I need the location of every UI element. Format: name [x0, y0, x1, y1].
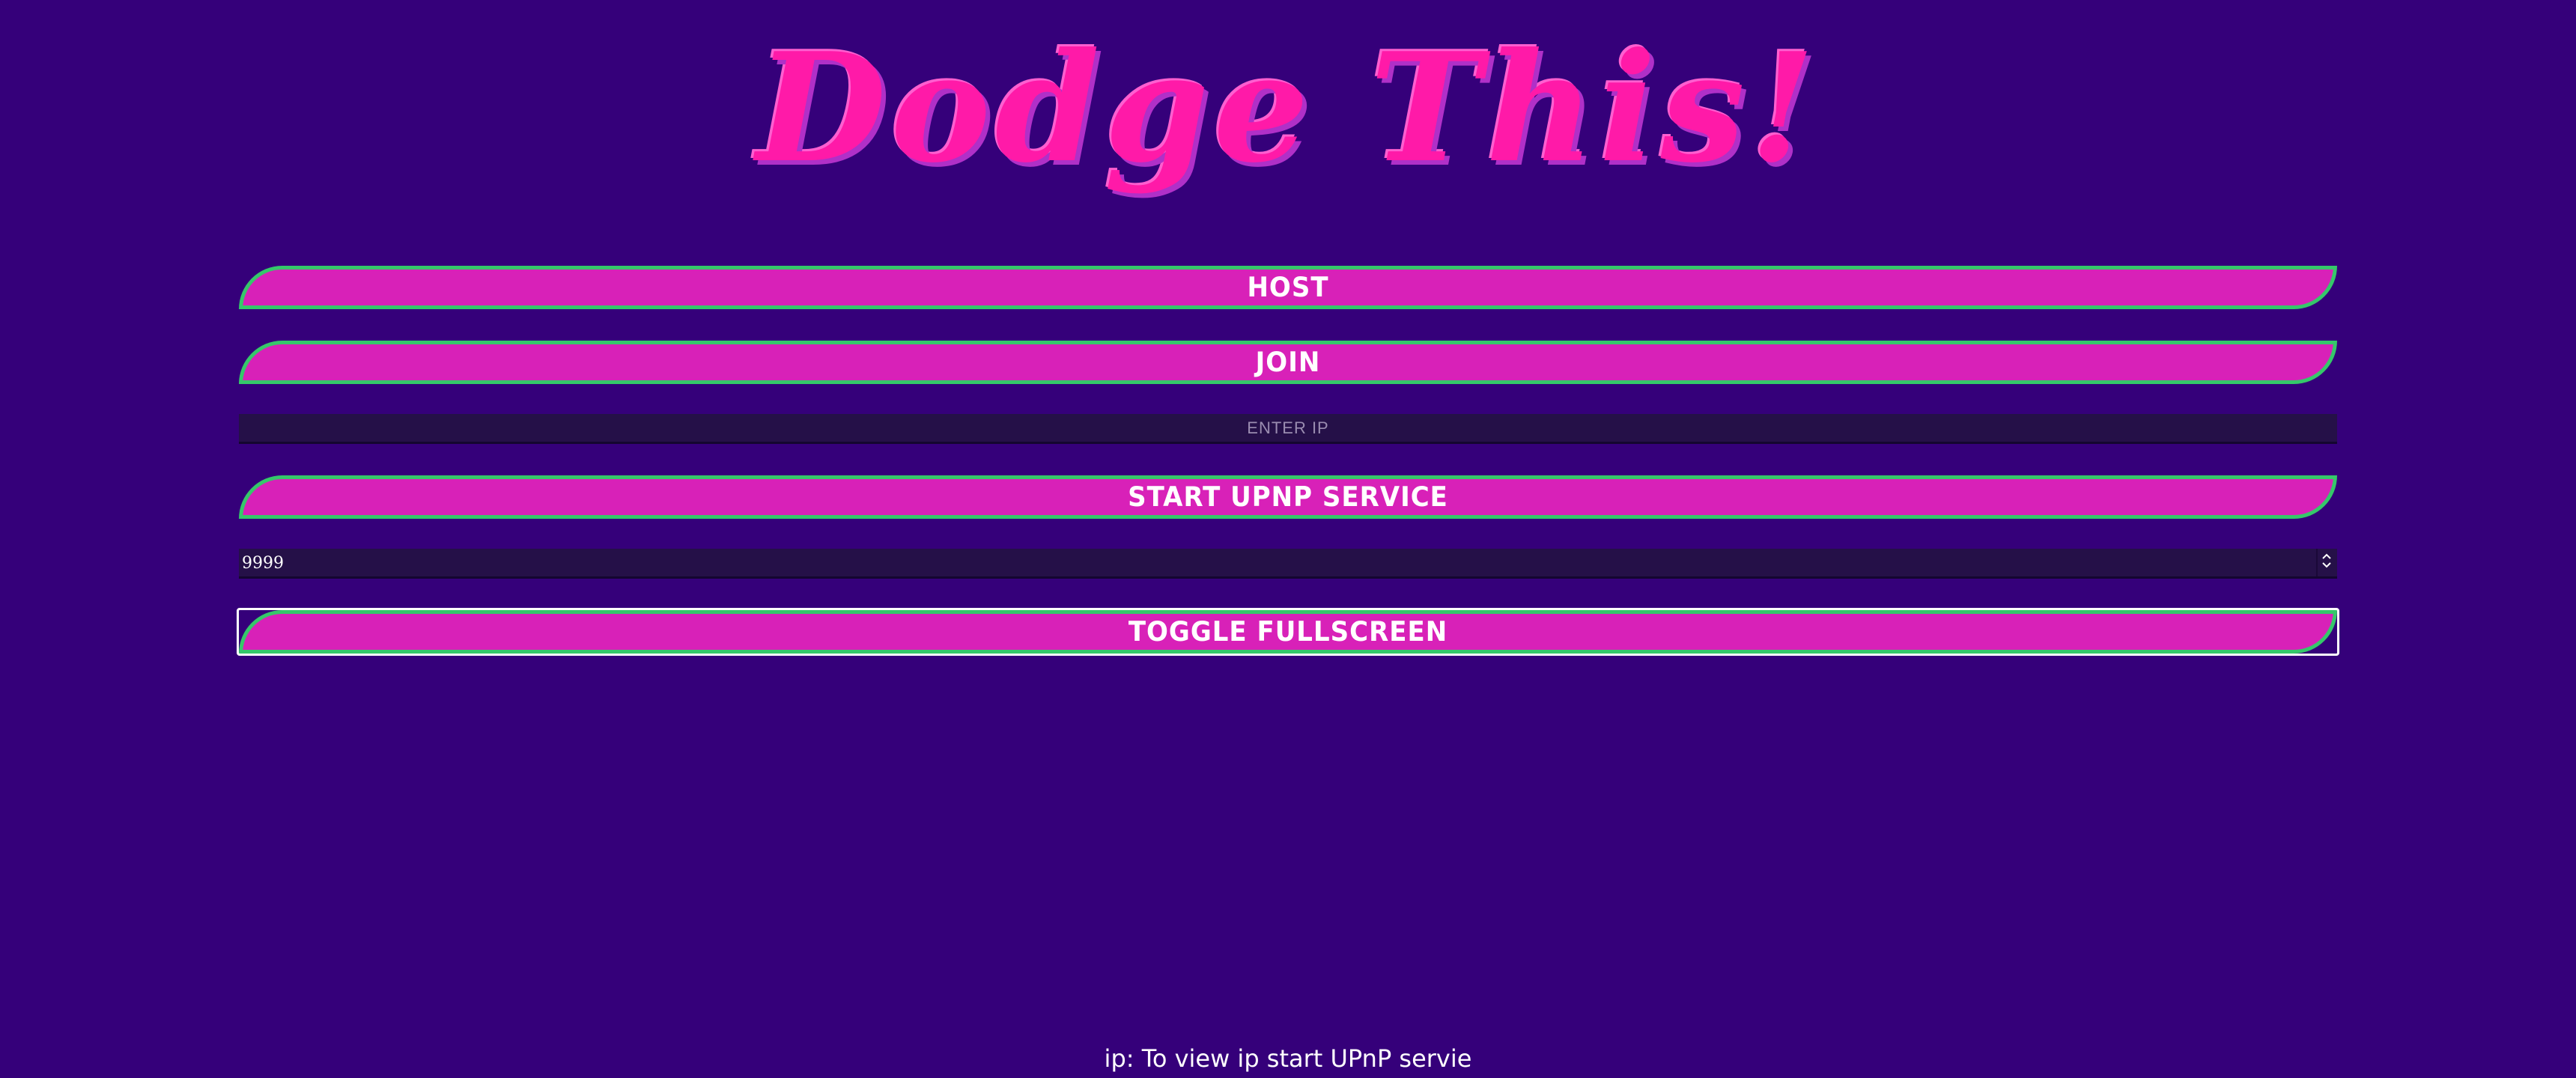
ip-status-text: ip: To view ip start UPnP servie	[1104, 1044, 1472, 1073]
start-upnp-button-label: START UPNP SERVICE	[1128, 481, 1448, 514]
join-button[interactable]: JOIN	[239, 341, 2337, 384]
start-upnp-button[interactable]: START UPNP SERVICE	[239, 475, 2337, 519]
port-number-input[interactable]: 9999	[239, 549, 2337, 579]
toggle-fullscreen-button-label: TOGGLE FULLSCREEN	[1128, 615, 1448, 648]
game-title: Dodge This!	[756, 20, 1820, 196]
join-button-label: JOIN	[1255, 346, 1321, 379]
host-button[interactable]: HOST	[239, 266, 2337, 309]
port-value: 9999	[242, 554, 284, 573]
updown-spinner-icon[interactable]	[2316, 549, 2336, 576]
toggle-fullscreen-button[interactable]: TOGGLE FULLSCREEN	[239, 610, 2337, 654]
main-menu-screen: Dodge This! HOST JOIN START UPNP SERVICE…	[0, 0, 2576, 1078]
host-button-label: HOST	[1247, 271, 1329, 304]
ip-input[interactable]	[239, 414, 2337, 444]
